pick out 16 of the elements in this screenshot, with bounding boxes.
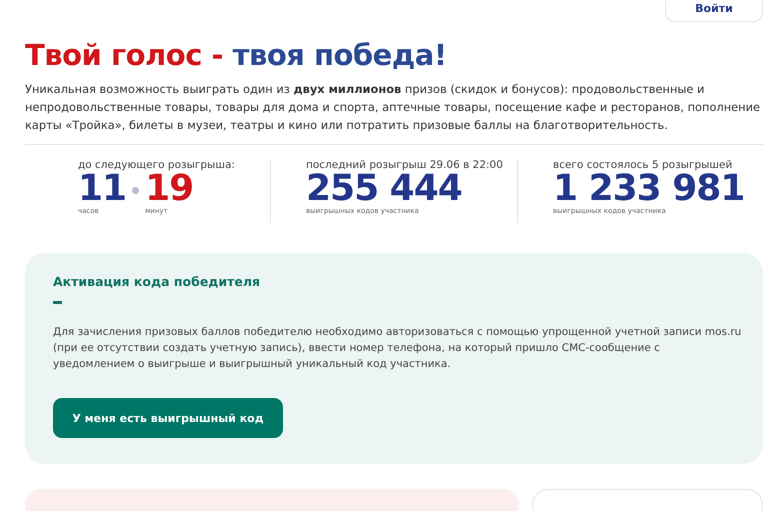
hours-value: 11 [78,171,126,207]
stat-label: всего состоялось 5 розыгрышей [553,159,734,171]
login-button[interactable]: Войти [665,0,763,22]
separator-dot-icon [132,187,140,194]
winning-code-button[interactable]: У меня есть выигрышный код [53,398,283,438]
stat-value: 1 233 981 [553,171,746,207]
minutes-value: 19 [145,171,194,207]
stat-value: 255 444 [306,171,463,207]
title-text: Твой голос - [25,38,224,72]
card-text: Для зачисления призовых баллов победителю необходимо авторизоваться с помощью упрощенной учетной записи mos.ru (при ее отсутствии создать учетную запись), ввести номер телефона, на который пришло СМС-сообщение с уведомлением о выигрыше и выигрышный уникальный код участника. [53,325,742,372]
card-title: Активация кода победителя [53,274,262,289]
title-text: твоя победа! [232,38,447,72]
accent-dash [53,301,62,304]
stat-label: последний розыгрыш 29.06 в 22:00 [306,159,504,171]
intro-paragraph: Уникальная возможность выиграть один из двух миллионов призов (скидок и бонусов): продовольственные и непродовольственные товары, товары для дома и спорта, аптечные товары, посещение кафе и ресторанов, пополнение карты «Тройка», билеты в музеи, театры и кино или потратить призовые баллы на благотворительность. [25,81,762,134]
stat-label: до следующего розыгрыша: [78,159,236,171]
